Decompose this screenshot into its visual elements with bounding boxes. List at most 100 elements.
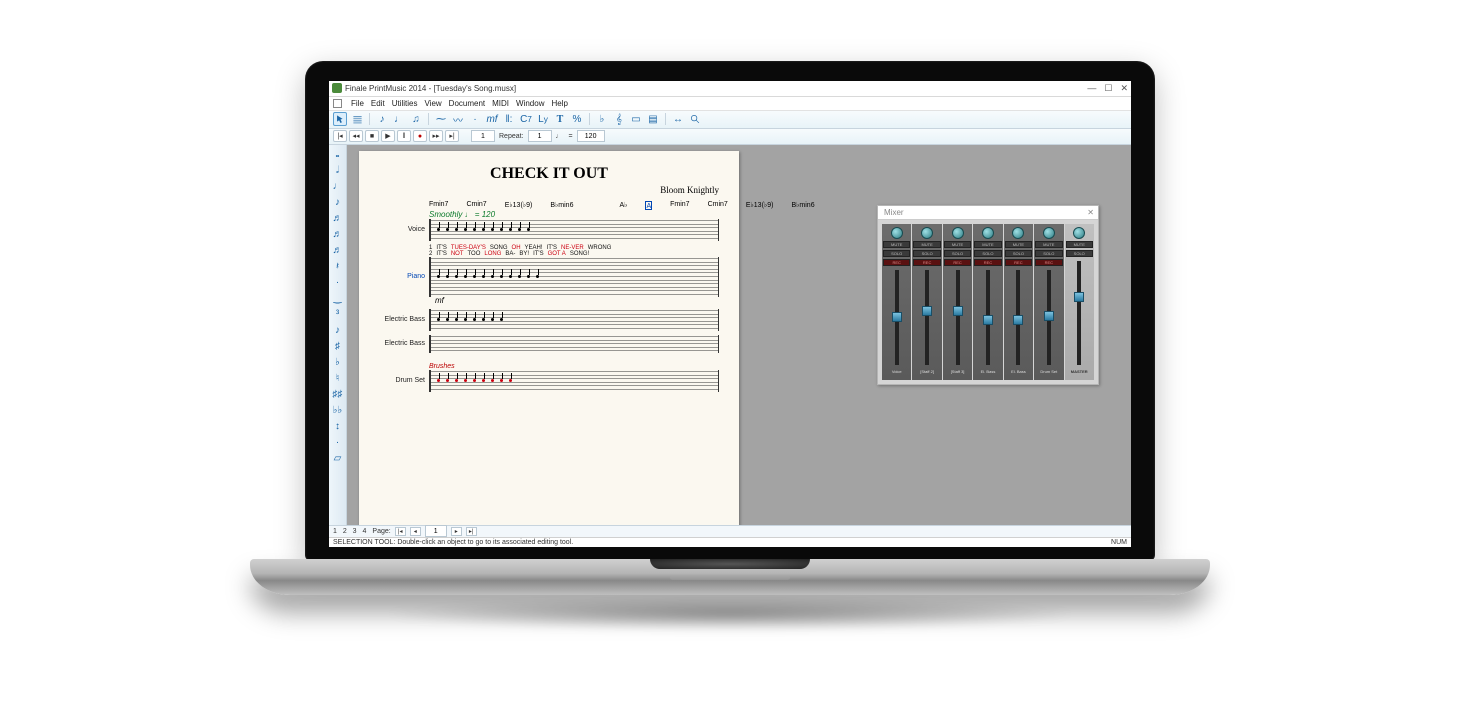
pan-knob[interactable] [1012,227,1024,239]
note-16th-icon[interactable]: ♬ [331,212,345,226]
fader-handle[interactable] [1044,311,1054,321]
measure-tool-icon[interactable]: ▭ [629,112,643,126]
artic-entry-icon[interactable]: · [331,436,345,450]
menu-edit[interactable]: Edit [371,99,385,108]
grace-icon[interactable]: ♪ [331,324,345,338]
mixer-channel[interactable]: MUTESOLORECVoice [882,224,911,380]
smart-shape-tool-icon[interactable]: 〰 [451,112,465,126]
menu-view[interactable]: View [424,99,441,108]
mute-button[interactable]: MUTE [1035,241,1062,248]
pan-knob[interactable] [1073,227,1085,239]
repeat-tool-icon[interactable]: ‖: [502,112,516,126]
mute-button[interactable]: MUTE [1005,241,1032,248]
staff-tool-icon[interactable] [350,112,364,126]
page-prev-button[interactable]: ◂ [410,527,421,536]
solo-button[interactable]: SOLO [913,250,940,257]
pan-knob[interactable] [982,227,994,239]
rec-button[interactable]: REC [1035,259,1062,266]
chord-tool-icon[interactable]: C7 [519,112,533,126]
time-sig-tool-icon[interactable]: % [570,112,584,126]
repeat-input[interactable] [528,130,552,142]
note-quarter-icon[interactable]: ♩ [331,180,345,194]
zoom-tool-icon[interactable] [688,112,702,126]
articulation-tool-icon[interactable]: · [468,112,482,126]
mute-button[interactable]: MUTE [883,241,910,248]
double-sharp-icon[interactable]: ♯♯ [331,388,345,402]
mute-button[interactable]: MUTE [974,241,1001,248]
fader-track[interactable] [956,270,960,365]
note-half-icon[interactable]: 𝅗𝅥 [331,164,345,178]
rewind-start-button[interactable]: |◂ [333,130,347,142]
record-button[interactable]: ● [413,130,427,142]
score-page[interactable]: CHECK IT OUT Bloom Knightly Fmin7 Cmin7 … [359,151,739,525]
fader-handle[interactable] [983,315,993,325]
solo-button[interactable]: SOLO [883,250,910,257]
menu-window[interactable]: Window [516,99,544,108]
lyrics-tool-icon[interactable]: Ly [536,112,550,126]
page-next-button[interactable]: ▸ [451,527,462,536]
mixer-master-channel[interactable]: MUTESOLOMASTER [1065,224,1094,380]
score-workspace[interactable]: CHECK IT OUT Bloom Knightly Fmin7 Cmin7 … [347,145,1131,525]
mixer-channel[interactable]: MUTESOLORECDrum Set [1034,224,1063,380]
rec-button[interactable]: REC [944,259,971,266]
mute-button[interactable]: MUTE [1066,241,1093,248]
forward-end-button[interactable]: ▸| [445,130,459,142]
page-layout-tool-icon[interactable]: ▤ [646,112,660,126]
menu-document[interactable]: Document [449,99,485,108]
fader-track[interactable] [986,270,990,365]
fader-track[interactable] [1047,270,1051,365]
eraser-icon[interactable]: ▱ [331,452,345,466]
fader-handle[interactable] [953,306,963,316]
layer-buttons[interactable]: 1 2 3 4 [333,528,368,535]
staff-ebass-notation[interactable] [429,309,719,331]
menu-midi[interactable]: MIDI [492,99,509,108]
mixer-channel[interactable]: MUTESOLOREC[Staff 2] [912,224,941,380]
tuplet-tool-icon[interactable]: ⁓ [434,112,448,126]
page-first-button[interactable]: |◂ [395,527,406,536]
mixer-panel[interactable]: Mixer ✕ MUTESOLORECVoiceMUTESOLOREC[Staf… [877,205,1099,385]
enharmonic-icon[interactable]: ↕ [331,420,345,434]
text-tool-icon[interactable]: T [553,112,567,126]
mixer-channel[interactable]: MUTESOLORECEl. Bass [973,224,1002,380]
expression-tool-icon[interactable]: mf [485,112,499,126]
window-close-button[interactable]: ✕ [1120,83,1128,94]
dot-icon[interactable]: · [331,276,345,290]
note-64th-icon[interactable]: ♬ [331,244,345,258]
staff-voice[interactable] [429,219,719,241]
note-32nd-icon[interactable]: ♬ [331,228,345,242]
selection-tool-icon[interactable] [333,112,347,126]
note-whole-icon[interactable]: 𝅝 [331,148,345,162]
simple-entry-tool-icon[interactable]: ♪ [375,112,389,126]
pause-button[interactable]: ‖ [397,130,411,142]
mute-button[interactable]: MUTE [944,241,971,248]
pan-knob[interactable] [1043,227,1055,239]
forward-button[interactable]: ▸▸ [429,130,443,142]
rec-button[interactable]: REC [974,259,1001,266]
menu-file[interactable]: File [351,99,364,108]
tie-icon[interactable]: ‿ [331,292,345,306]
solo-button[interactable]: SOLO [1005,250,1032,257]
fader-handle[interactable] [1074,292,1084,302]
staff-piano[interactable]: mf [429,257,719,297]
rest-icon[interactable]: 𝄽 [331,260,345,274]
tuplet-icon[interactable]: ³ [331,308,345,322]
key-sig-tool-icon[interactable]: ♭ [595,112,609,126]
page-input[interactable] [425,525,447,537]
flat-icon[interactable]: ♭ [331,356,345,370]
tempo-input[interactable] [577,130,605,142]
menu-help[interactable]: Help [551,99,567,108]
fader-track[interactable] [895,270,899,365]
mixer-titlebar[interactable]: Mixer ✕ [878,206,1098,220]
fader-handle[interactable] [1013,315,1023,325]
play-button[interactable]: ▶ [381,130,395,142]
double-flat-icon[interactable]: ♭♭ [331,404,345,418]
solo-button[interactable]: SOLO [944,250,971,257]
mixer-channel[interactable]: MUTESOLORECEl. Bass [1004,224,1033,380]
fader-handle[interactable] [922,306,932,316]
stop-button[interactable]: ■ [365,130,379,142]
fader-handle[interactable] [892,312,902,322]
pan-knob[interactable] [891,227,903,239]
staff-ebass-tab[interactable] [429,335,719,353]
menu-utilities[interactable]: Utilities [392,99,418,108]
note-8th-icon[interactable]: ♪ [331,196,345,210]
